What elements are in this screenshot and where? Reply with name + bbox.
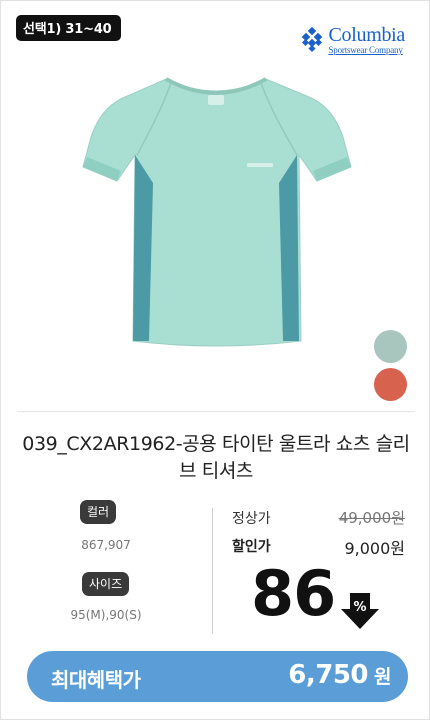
size-option-label: 사이즈: [82, 572, 130, 596]
max-benefit-unit: 원: [374, 666, 391, 688]
regular-price-label: 정상가: [232, 511, 271, 527]
max-benefit-label: 최대혜택가: [51, 668, 141, 692]
max-benefit-value: 6,750: [288, 660, 369, 690]
color-swatch-mint[interactable]: [374, 330, 407, 363]
brand-logo: Columbia Sportswear Company: [299, 24, 406, 55]
color-swatch-orange[interactable]: [374, 368, 407, 401]
brand-name: Columbia: [328, 24, 406, 46]
color-option-value: 867,907: [81, 538, 131, 552]
columbia-diamond-icon: [301, 27, 322, 53]
brand-subtitle: Sportswear Company: [328, 45, 403, 55]
max-benefit-price-bar[interactable]: 최대혜택가 6,750 원: [27, 651, 408, 702]
selection-badge: 선택1) 31~40: [16, 15, 121, 41]
percent-down-arrow-icon: %: [341, 593, 379, 629]
max-benefit-price: 6,750 원: [288, 660, 391, 690]
divider: [17, 411, 415, 412]
vertical-divider: [212, 508, 213, 634]
sale-price-label: 할인가: [232, 539, 271, 555]
size-option-value: 95(M),90(S): [70, 608, 142, 622]
color-option-label: 컬러: [80, 500, 117, 524]
discount-percent: 86: [251, 557, 336, 630]
product-card[interactable]: 선택1) 31~40 Columbia Sportswear Company 0…: [0, 0, 430, 720]
t-shirt-image[interactable]: [71, 71, 361, 351]
product-title[interactable]: 039_CX2AR1962-공용 타이탄 울트라 쇼츠 슬리브 티셔츠: [21, 431, 411, 485]
sale-price: 9,000원: [344, 539, 405, 558]
svg-text:%: %: [353, 600, 366, 615]
regular-price: 49,000원: [338, 509, 405, 527]
